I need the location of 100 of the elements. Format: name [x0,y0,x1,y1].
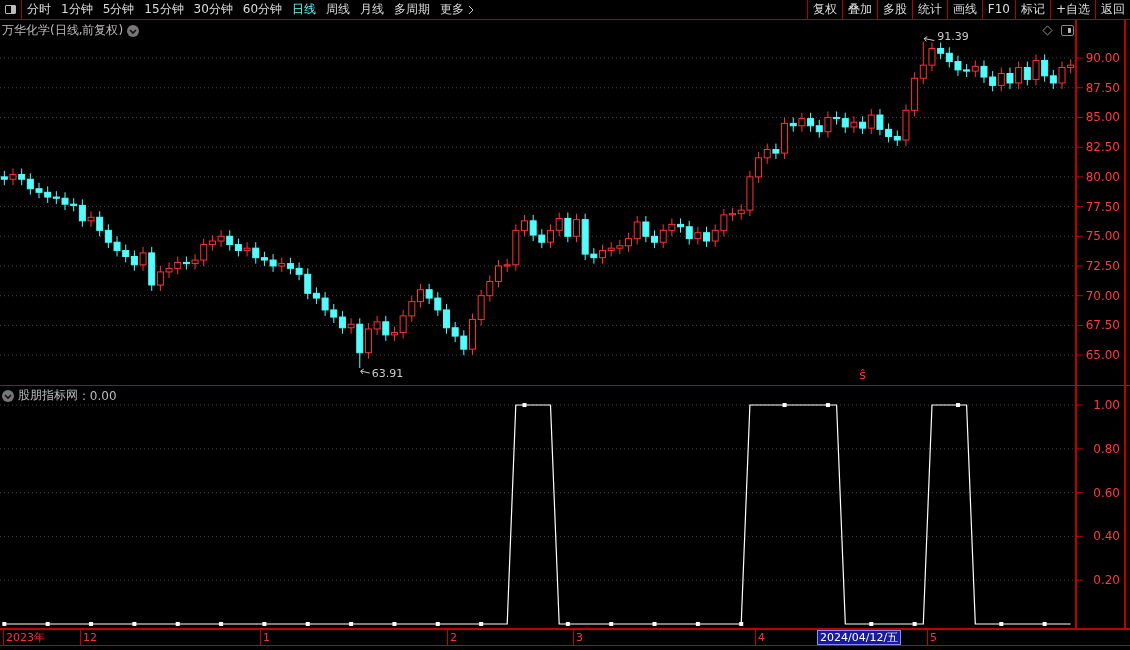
candlestick [711,223,719,248]
toolbar-button[interactable]: 多股 [876,0,912,19]
candlestick [217,229,225,248]
candlestick [1015,61,1023,90]
candlestick [477,289,485,326]
candlestick [989,70,997,92]
candlestick [252,241,260,265]
candlestick [1058,61,1066,90]
candlestick [798,112,806,133]
candlestick [885,122,893,143]
candlestick [590,247,598,265]
candlestick [997,67,1005,92]
toolbar-button[interactable]: 统计 [911,0,947,19]
candlestick [347,317,355,335]
candlestick [382,315,390,342]
candlestick [642,215,650,243]
candlestick [668,217,676,237]
candlestick [243,241,251,257]
period-tab[interactable]: 5分钟 [97,0,140,19]
indicator-tick-label: 0.60 [1093,485,1120,500]
date-tick-label: 12 [80,630,97,645]
candlestick [867,108,875,135]
candlestick [824,111,832,139]
candlestick [182,255,190,271]
price-tick-label: 80.00 [1085,169,1120,184]
candlestick [1023,61,1031,86]
candlestick [1041,53,1049,83]
price-tick-label: 75.00 [1085,229,1120,244]
pointer-arrow-icon [923,36,935,42]
candlestick [494,259,502,288]
toolbar-button[interactable]: 画线 [946,0,982,19]
candlestick [321,291,329,317]
candlestick [720,208,728,237]
indicator-title: 股朋指标网 [18,387,78,404]
candlestick [364,322,372,360]
price-tick-label: 77.50 [1085,199,1120,214]
toolbar-button[interactable]: +自选 [1049,0,1095,19]
date-tick-label: 1 [260,630,270,645]
candlestick [96,210,104,237]
toolbar-button[interactable]: F10 [981,0,1015,19]
period-tab[interactable]: 周线 [321,0,356,19]
candlestick [113,235,121,257]
candlestick [538,228,546,249]
price-tick-label: 67.50 [1085,318,1120,333]
period-tab[interactable]: 15分钟 [139,0,189,19]
toolbar-button[interactable]: 返回 [1095,0,1130,19]
candlestick [434,291,442,317]
price-tick-label: 72.50 [1085,259,1120,273]
price-tick-label: 90.00 [1085,51,1120,66]
candlestick [945,46,953,69]
candlestick [26,172,34,196]
candlestick [547,223,554,249]
candlestick [685,220,693,246]
candlestick [304,267,312,300]
period-tab[interactable]: 分时 [22,0,56,19]
candlestick [408,295,416,323]
candlestick [130,250,138,272]
period-tab[interactable]: 30分钟 [188,0,238,19]
candlestick [980,59,988,84]
indicator-tick-label: 0.40 [1093,529,1120,544]
date-tick-label: 3 [573,630,583,645]
period-tab[interactable]: 多周期 [389,0,436,19]
candlestick [807,112,815,133]
price-tick-label: 65.00 [1085,348,1120,363]
candlestick [599,244,607,265]
indicator-tick-label: 1.00 [1093,398,1120,413]
signal-mark: ŝ [859,367,866,382]
candlestick [78,198,86,228]
candlestick [451,321,459,343]
period-tab[interactable]: 月线 [355,0,390,19]
candlestick [694,226,702,246]
candlestick [755,151,763,184]
candlestick [61,191,69,211]
candlestick [529,214,537,242]
candlestick [425,283,433,305]
candlestick [200,238,208,267]
diamond-icon[interactable] [1042,25,1053,36]
period-tab[interactable]: 更多 [435,0,480,19]
candlestick [919,41,927,85]
candlestick [9,168,17,186]
toolbar-button[interactable]: 标记 [1014,0,1050,19]
dropdown-icon[interactable] [127,24,140,37]
toolbar-button[interactable]: 叠加 [841,0,877,19]
period-tab[interactable]: 60分钟 [237,0,288,19]
panel-toggle-icon[interactable] [1061,25,1074,36]
candlestick [1032,53,1040,86]
candlestick [156,265,164,292]
date-tick-label: 2023年 [3,630,45,645]
candlestick [139,246,147,272]
dropdown-icon[interactable] [2,389,14,402]
candlestick [399,309,407,339]
candlestick [703,226,711,248]
date-tick-label: 5 [927,630,937,645]
period-tab[interactable]: 日线 [287,0,322,19]
candlestick [954,55,962,77]
toolbar-button[interactable]: 复权 [806,0,842,19]
candlestick [841,112,849,134]
candlestick [269,253,277,273]
period-tab[interactable]: 1分钟 [56,0,98,19]
candlestick [850,115,858,134]
